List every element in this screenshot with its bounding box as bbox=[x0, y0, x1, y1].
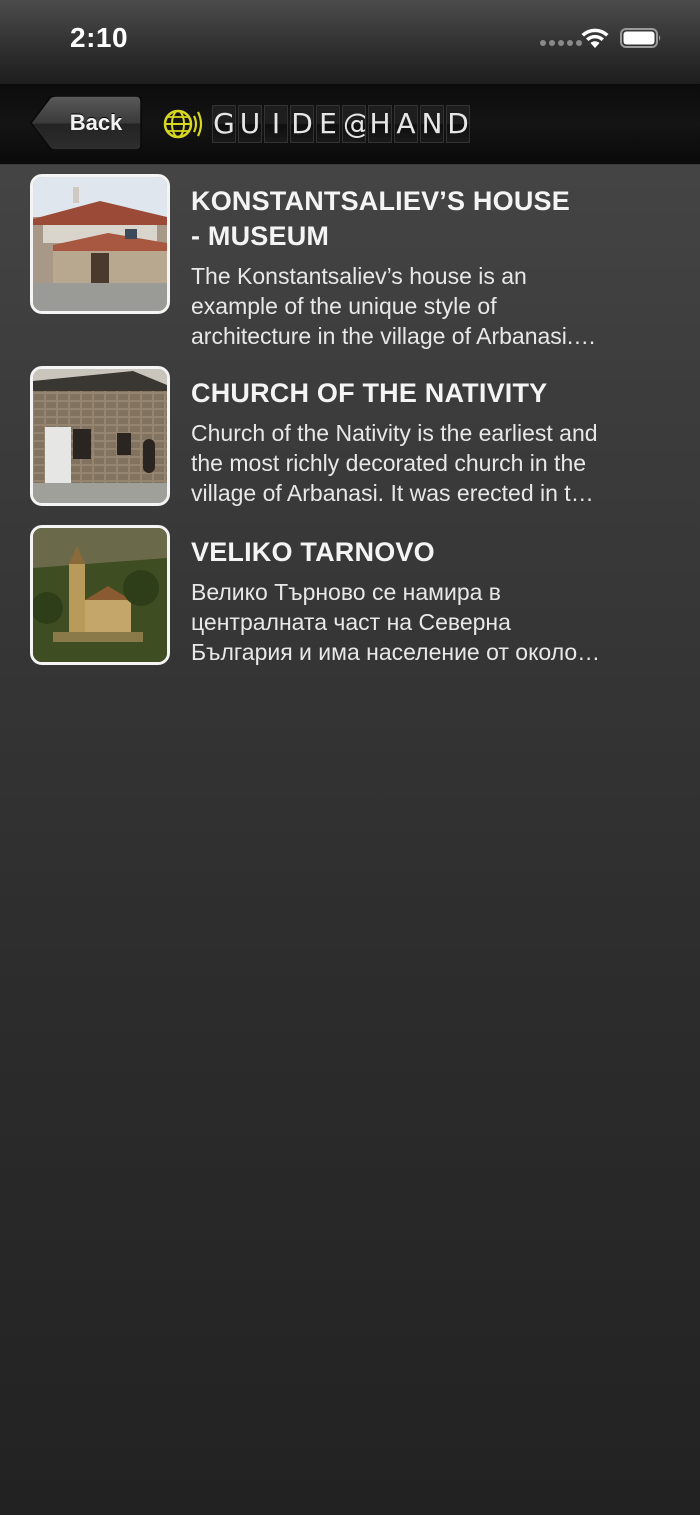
item-description: България и има население от около… bbox=[191, 639, 601, 665]
logo-letter: A bbox=[394, 105, 418, 143]
logo-letter: D bbox=[446, 105, 470, 143]
church-thumbnail bbox=[30, 366, 170, 506]
back-button[interactable]: Back bbox=[30, 96, 142, 150]
wifi-icon bbox=[581, 28, 609, 48]
guide-at-hand-logo: G U I D E @ H A N D bbox=[162, 102, 470, 146]
item-description: village of Arbanasi. It was erected in t… bbox=[191, 480, 594, 506]
cellular-signal-icon bbox=[540, 40, 582, 46]
logo-letter: G bbox=[212, 105, 236, 143]
logo-letter: @ bbox=[342, 105, 366, 143]
battery-icon bbox=[620, 28, 661, 48]
list-item[interactable]: CHURCH OF THE NATIVITY Church of the Nat… bbox=[0, 366, 700, 516]
logo-letter: I bbox=[264, 105, 288, 143]
item-description: the most richly decorated church in the bbox=[191, 450, 587, 476]
back-button-label: Back bbox=[69, 110, 123, 135]
item-title: KONSTANTSALIEV’S HOUSE bbox=[191, 186, 570, 216]
logo-letter: N bbox=[420, 105, 444, 143]
status-time: 2:10 bbox=[70, 22, 129, 53]
list-item[interactable]: VELIKO TARNOVO Велико Търново се намира … bbox=[0, 525, 700, 675]
item-title: VELIKO TARNOVO bbox=[191, 537, 435, 567]
status-bar: 2:10 bbox=[0, 0, 700, 84]
logo-wordmark: G U I D E @ H A N D bbox=[212, 105, 470, 143]
logo-letter: E bbox=[316, 105, 340, 143]
logo-letter: D bbox=[290, 105, 314, 143]
navigation-bar: Back G U I D E @ H A N D bbox=[0, 84, 700, 165]
logo-letter: H bbox=[368, 105, 392, 143]
item-description: Велико Търново се намира в bbox=[191, 579, 502, 605]
house-museum-thumbnail bbox=[30, 174, 170, 314]
veliko-tarnovo-thumbnail bbox=[30, 525, 170, 665]
item-title: - MUSEUM bbox=[191, 221, 330, 251]
globe-sound-icon bbox=[163, 109, 203, 139]
item-description: централната част на Северна bbox=[191, 609, 511, 635]
item-title: CHURCH OF THE NATIVITY bbox=[191, 378, 548, 408]
item-description: Church of the Nativity is the earliest a… bbox=[191, 420, 598, 446]
logo-letter: U bbox=[238, 105, 262, 143]
item-description: architecture in the village of Arbanasi.… bbox=[191, 323, 597, 349]
item-description: example of the unique style of bbox=[191, 293, 497, 319]
item-description: The Konstantsaliev’s house is an bbox=[191, 263, 527, 289]
list-item[interactable]: KONSTANTSALIEV’S HOUSE - MUSEUM The Kons… bbox=[0, 174, 700, 349]
